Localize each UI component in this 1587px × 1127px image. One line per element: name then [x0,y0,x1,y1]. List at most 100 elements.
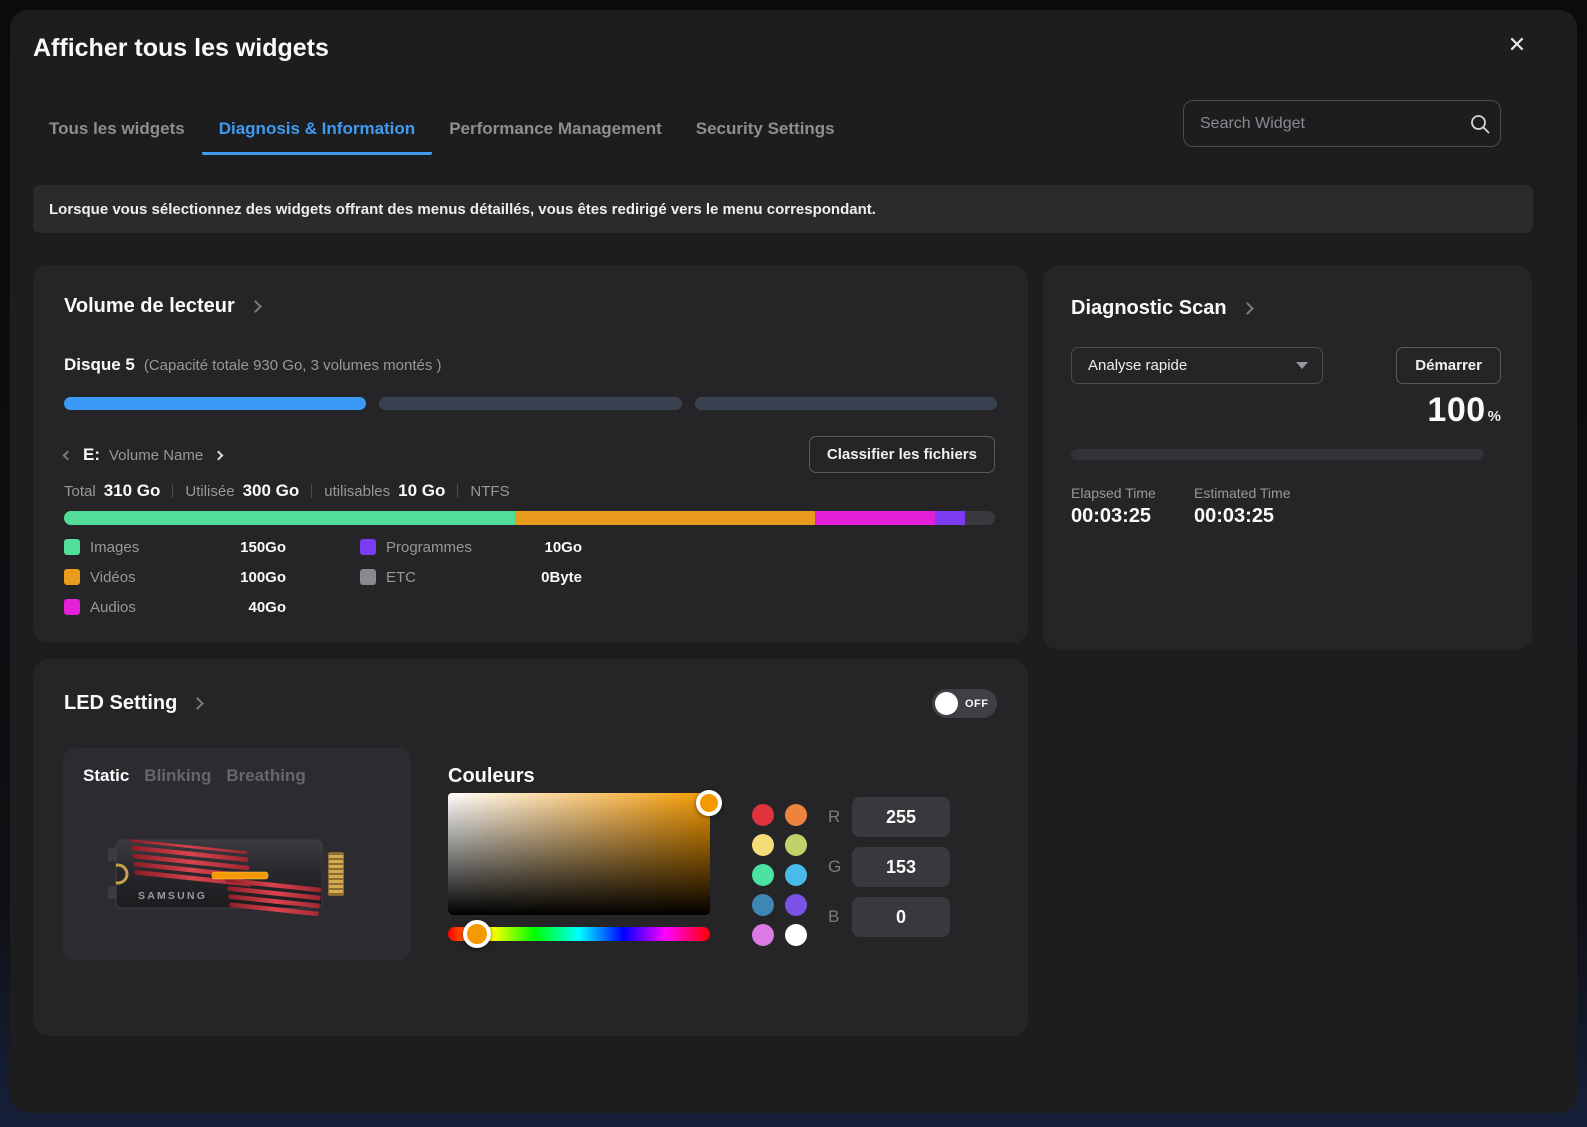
search-icon[interactable] [1460,113,1500,135]
dialog-title: Afficher tous les widgets [33,34,329,63]
usage-bar [64,511,995,525]
drive-volume-title[interactable]: Volume de lecteur [64,295,260,318]
rgb-row-green: G 153 [828,847,950,887]
usage-segment-audios [815,511,935,525]
mode-tab-blinking[interactable]: Blinking [144,766,211,786]
divider [311,484,312,498]
black-gradient-layer [448,793,710,915]
legend-item-videos: Vidéos 100Go [64,567,286,587]
mode-tab-breathing[interactable]: Breathing [226,766,305,786]
saturation-value-picker[interactable] [448,793,710,915]
divider [172,484,173,498]
led-setting-card: LED Setting OFF Static Blinking Breathin… [33,659,1028,1036]
elapsed-time-value: 00:03:25 [1071,505,1151,528]
chevron-right-icon [1241,302,1254,315]
red-value-field[interactable]: 255 [852,797,950,837]
blue-value-field[interactable]: 0 [852,897,950,937]
scan-type-dropdown[interactable]: Analyse rapide [1071,347,1323,384]
scan-type-value: Analyse rapide [1072,357,1296,374]
free-label: utilisables [324,483,390,500]
swatch-red[interactable] [752,804,774,826]
scan-progress-bar [1071,449,1484,460]
legend-item-images: Images 150Go [64,537,286,557]
toggle-knob [935,692,958,715]
rgb-row-blue: B 0 [828,897,950,937]
usage-legend-column-1: Images 150Go Vidéos 100Go Audios 40Go [64,537,286,627]
hue-slider-handle[interactable] [463,920,491,948]
prev-volume-icon[interactable] [63,450,73,460]
swatch-mint[interactable] [752,864,774,886]
start-scan-button[interactable]: Démarrer [1396,347,1501,384]
swatch-yellow[interactable] [752,834,774,856]
rgb-row-red: R 255 [828,797,950,837]
swatch-steel-blue[interactable] [752,894,774,916]
divider [457,484,458,498]
swatch-sky-blue[interactable] [785,864,807,886]
diagnostic-scan-card: Diagnostic Scan Analyse rapide Démarrer … [1043,265,1532,650]
used-value: 300 Go [243,481,300,501]
sv-picker-handle[interactable] [696,790,722,816]
estimated-time-value: 00:03:25 [1194,505,1274,528]
usage-segment-images [64,511,515,525]
volume-segment-1[interactable] [64,397,366,410]
legend-swatch [360,539,376,555]
volume-stats: Total 310 Go Utilisée 300 Go utilisables… [64,481,518,501]
diagnostic-scan-title[interactable]: Diagnostic Scan [1071,297,1252,320]
volume-segment-3[interactable] [695,397,997,410]
green-value-field[interactable]: 153 [852,847,950,887]
tab-diagnosis-information[interactable]: Diagnosis & Information [202,113,432,155]
scan-progress-percent: 100 % [1427,391,1501,430]
close-icon[interactable]: ✕ [1500,28,1534,62]
volume-name: Volume Name [109,447,203,464]
legend-swatch [64,569,80,585]
toggle-state-label: OFF [965,698,989,710]
mode-tab-static[interactable]: Static [83,766,129,786]
free-value: 10 Go [398,481,445,501]
led-setting-title[interactable]: LED Setting [64,692,202,715]
ssd-brand-label: SAMSUNG [138,890,207,902]
volume-segments [64,397,997,410]
swatch-white[interactable] [785,924,807,946]
green-label: G [828,857,844,877]
chevron-right-icon [249,300,262,313]
led-toggle[interactable]: OFF [932,689,997,718]
led-mode-tabs: Static Blinking Breathing [83,766,306,786]
usage-segment-videos [515,511,816,525]
colors-section-title: Couleurs [448,765,535,788]
tab-security-settings[interactable]: Security Settings [679,113,852,155]
color-swatches [752,804,807,946]
disk-summary: Disque 5 (Capacité totale 930 Go, 3 volu… [64,355,442,375]
tab-all-widgets[interactable]: Tous les widgets [32,113,202,155]
legend-item-etc: ETC 0Byte [360,567,582,587]
screen-backdrop: Afficher tous les widgets ✕ Tous les wid… [0,0,1587,1127]
drive-letter: E: [83,445,100,465]
info-banner: Lorsque vous sélectionnez des widgets of… [33,185,1533,233]
estimated-time-label: Estimated Time [1194,485,1290,501]
chevron-right-icon [191,697,204,710]
classify-files-button[interactable]: Classifier les fichiers [809,436,995,473]
widgets-dialog: Afficher tous les widgets ✕ Tous les wid… [10,10,1577,1113]
swatch-orchid[interactable] [752,924,774,946]
tab-performance-management[interactable]: Performance Management [432,113,679,155]
swatch-orange[interactable] [785,804,807,826]
search-input[interactable] [1184,101,1460,146]
legend-swatch [64,599,80,615]
blue-label: B [828,907,844,927]
volume-segment-2[interactable] [379,397,681,410]
caret-down-icon [1296,362,1308,369]
disk-name: Disque 5 [64,355,135,375]
total-label: Total [64,483,96,500]
swatch-yellow-green[interactable] [785,834,807,856]
elapsed-time-label: Elapsed Time [1071,485,1156,501]
disk-capacity-info: (Capacité totale 930 Go, 3 volumes monté… [144,357,442,374]
tab-bar: Tous les widgets Diagnosis & Information… [32,113,852,155]
legend-item-programs: Programmes 10Go [360,537,582,557]
usage-legend-column-2: Programmes 10Go ETC 0Byte [360,537,582,597]
drive-volume-card: Volume de lecteur Disque 5 (Capacité tot… [33,265,1028,643]
swatch-purple[interactable] [785,894,807,916]
filesystem-label: NTFS [470,483,509,500]
red-label: R [828,807,844,827]
usage-segment-programs [935,511,965,525]
led-mode-panel: Static Blinking Breathing [63,748,411,960]
next-volume-icon[interactable] [214,450,224,460]
